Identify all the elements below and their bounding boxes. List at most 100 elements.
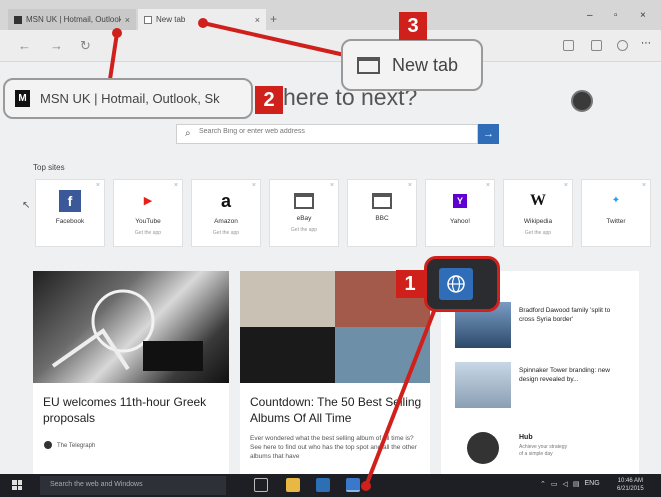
tab-new-tab[interactable]: New tab × (138, 9, 266, 30)
tab-bar: MSN UK | Hotmail, Outlook, Sk × New tab … (0, 0, 661, 30)
more-icon[interactable]: ⋯ (641, 38, 652, 49)
tile-name: YouTube (135, 218, 161, 225)
wikipedia-icon: W (527, 190, 549, 212)
file-explorer-icon[interactable] (286, 478, 300, 492)
edge-browser-icon[interactable] (346, 478, 360, 492)
tile-wikipedia[interactable]: × W Wikipedia Get the app (503, 179, 573, 247)
graffiti-image (51, 289, 203, 371)
search-go-button[interactable]: → (478, 124, 499, 144)
new-tab-page: here to next? ⌕ → Top sites ↖ × f Facebo… (0, 62, 661, 474)
mouse-cursor-icon: ↖ (22, 200, 31, 211)
page-icon (372, 193, 392, 209)
callout-number-1: 1 (396, 270, 424, 298)
callout-new-tab: New tab (341, 39, 483, 91)
tile-sub[interactable]: Get the app (504, 230, 572, 236)
search-box[interactable]: ⌕ (176, 124, 478, 144)
twitter-icon: ✦ (605, 190, 627, 212)
browser-toolbar: ← → ↻ ⋯ (0, 30, 661, 62)
feedback-icon[interactable] (617, 40, 628, 51)
network-icon[interactable]: ▭ (551, 480, 558, 488)
taskbar: Search the web and Windows ⌃ ▭ ◁ ▤ ENG 1… (0, 474, 661, 497)
language-indicator[interactable]: ENG (585, 480, 600, 488)
yahoo-icon: Y (453, 194, 467, 208)
tab-label: MSN UK | Hotmail, Outlook, Sk (26, 15, 121, 24)
taskbar-search[interactable]: Search the web and Windows (40, 476, 226, 495)
tile-name: Wikipedia (523, 218, 553, 225)
source-logo-icon (44, 441, 52, 449)
search-input[interactable] (199, 128, 469, 135)
close-window-icon[interactable]: × (640, 10, 646, 21)
callout-msn-tab: M MSN UK | Hotmail, Outlook, Sk (3, 78, 253, 119)
msn-favicon-icon (14, 15, 22, 24)
taskbar-clock[interactable]: 10:46 AM 6/21/2015 (617, 477, 644, 493)
promo-title: Hub (519, 434, 533, 441)
news-card-lead[interactable]: EU welcomes 11th-hour Greek proposals Th… (33, 271, 229, 474)
close-icon[interactable]: × (486, 182, 490, 189)
tab-msn[interactable]: MSN UK | Hotmail, Outlook, Sk × (8, 9, 136, 30)
tile-yahoo[interactable]: × Y Yahoo! (425, 179, 495, 247)
news-card-albums[interactable]: Countdown: The 50 Best Selling Albums Of… (240, 271, 430, 474)
callout-msn-text: MSN UK | Hotmail, Outlook, Sk (40, 91, 220, 106)
globe-icon (439, 268, 473, 300)
page-icon (357, 56, 380, 74)
page-icon (294, 193, 314, 209)
news-item[interactable]: Spinnaker Tower branding: new design rev… (455, 362, 625, 414)
tile-name: BBC (375, 215, 389, 222)
refresh-icon[interactable]: ↻ (80, 38, 91, 54)
news-headline[interactable]: Countdown: The 50 Best Selling Albums Of… (250, 394, 425, 426)
close-icon[interactable]: × (174, 182, 178, 189)
new-tab-button[interactable]: + (270, 12, 277, 26)
news-headline[interactable]: EU welcomes 11th-hour Greek proposals (43, 394, 223, 426)
close-icon[interactable]: × (330, 182, 334, 189)
close-icon[interactable]: × (255, 15, 260, 25)
clock-date: 6/21/2015 (617, 486, 644, 492)
tile-facebook[interactable]: × f Facebook (35, 179, 105, 247)
hub-app-icon (467, 432, 499, 464)
callout-number-2: 2 (255, 86, 283, 114)
promo-line: of a simple day (519, 451, 553, 457)
windows-start-icon[interactable] (12, 480, 22, 490)
close-icon[interactable]: × (252, 182, 256, 189)
close-icon[interactable]: × (408, 182, 412, 189)
tile-sub[interactable]: Get the app (270, 227, 338, 233)
avatar[interactable] (571, 90, 593, 112)
tile-name: Twitter (606, 218, 626, 225)
top-sites: × f Facebook × ▶ YouTube Get the app × a… (35, 179, 651, 251)
tile-youtube[interactable]: × ▶ YouTube Get the app (113, 179, 183, 247)
news-summary: Ever wondered what the best selling albu… (250, 435, 417, 460)
close-icon[interactable]: × (564, 182, 568, 189)
close-icon[interactable]: × (642, 182, 646, 189)
volume-icon[interactable]: ◁ (563, 480, 568, 488)
store-icon[interactable] (316, 478, 330, 492)
notification-icon[interactable]: ▤ (573, 480, 580, 488)
close-icon[interactable]: × (125, 15, 130, 25)
top-sites-title: Top sites (33, 163, 65, 172)
news-item-text[interactable]: Bradford Dawood family 'split to cross S… (519, 306, 619, 324)
tile-amazon[interactable]: × a Amazon Get the app (191, 179, 261, 247)
task-view-icon[interactable] (254, 478, 268, 492)
close-icon[interactable]: × (96, 182, 100, 189)
edge-button-zoom (424, 256, 500, 312)
tile-twitter[interactable]: × ✦ Twitter (581, 179, 651, 247)
hub-icon[interactable] (591, 40, 602, 51)
maximize-icon[interactable]: ▫ (614, 10, 618, 21)
tile-name: Amazon (214, 218, 238, 225)
reading-view-icon[interactable] (563, 40, 574, 51)
news-image (33, 271, 229, 383)
back-icon[interactable]: ← (18, 38, 31, 53)
forward-icon[interactable]: → (50, 38, 63, 53)
promo-item[interactable]: Hub Achieve your strategy of a simple da… (455, 426, 625, 468)
tile-bbc[interactable]: × BBC (347, 179, 417, 247)
chevron-up-icon[interactable]: ⌃ (540, 480, 546, 488)
facebook-icon: f (59, 190, 81, 212)
minimize-icon[interactable]: – (587, 10, 593, 21)
tile-name: eBay (296, 215, 312, 222)
tile-sub[interactable]: Get the app (114, 230, 182, 236)
promo-line: Achieve your strategy (519, 444, 568, 450)
tile-sub[interactable]: Get the app (192, 230, 260, 236)
news-item-text[interactable]: Spinnaker Tower branding: new design rev… (519, 366, 619, 384)
page-icon (144, 15, 152, 24)
tile-ebay[interactable]: × eBay Get the app (269, 179, 339, 247)
album-cover (240, 271, 335, 327)
youtube-icon: ▶ (137, 190, 159, 212)
